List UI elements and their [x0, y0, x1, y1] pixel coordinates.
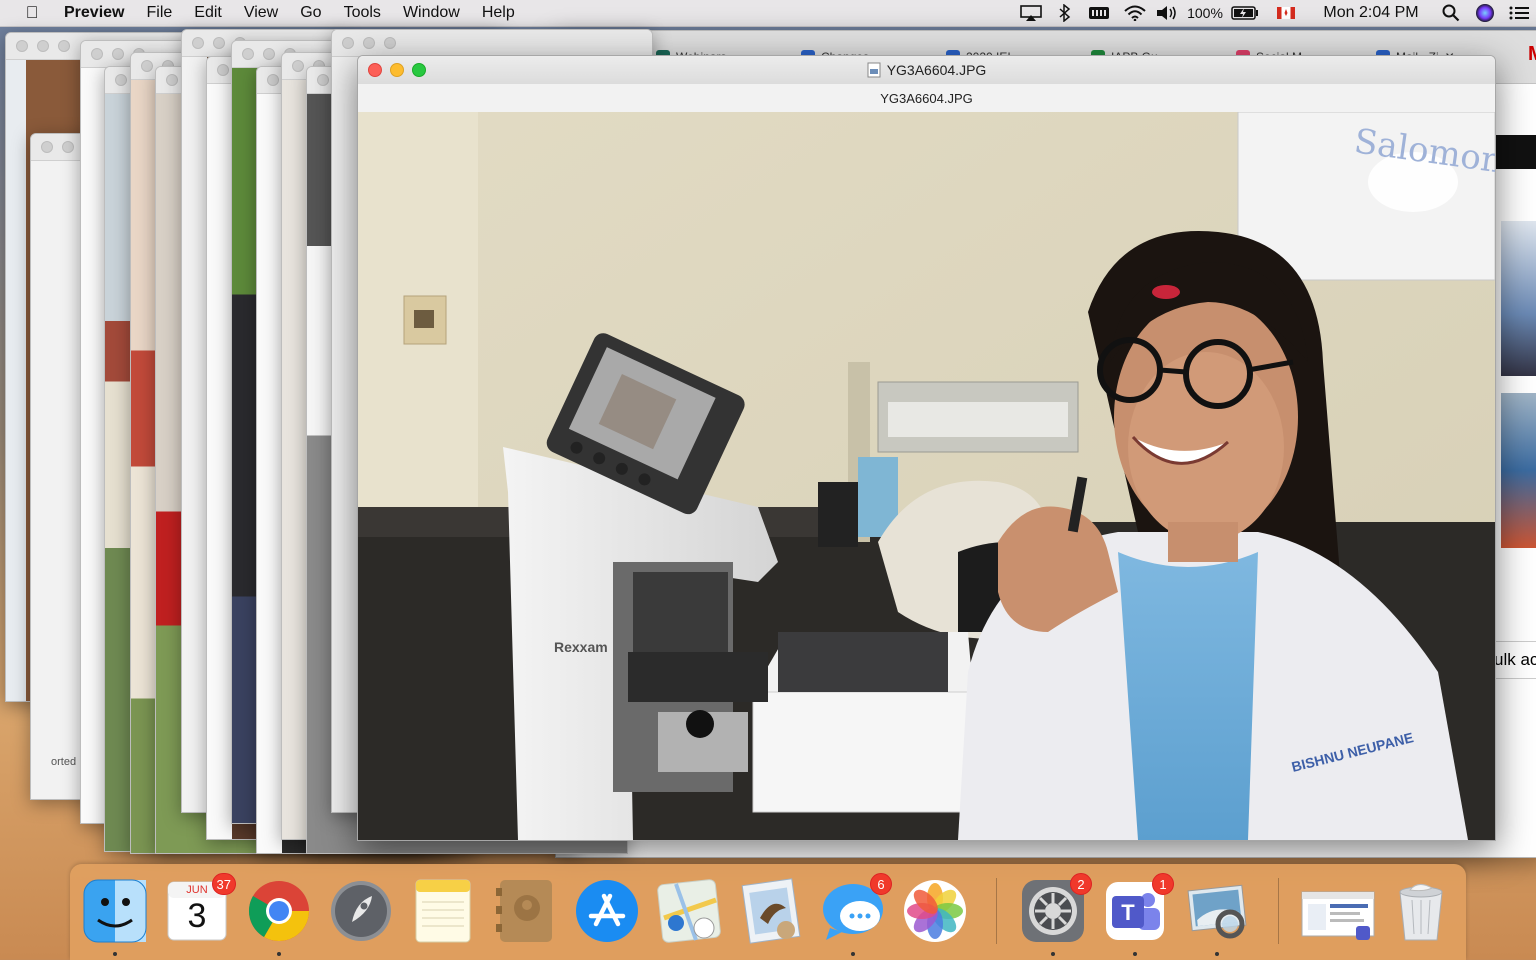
- partial-text: ulk ac: [1494, 641, 1536, 679]
- messages-badge: 6: [870, 873, 892, 895]
- app-store-icon: [576, 880, 638, 942]
- minimize-window-button[interactable]: [390, 63, 404, 77]
- running-indicator: [1051, 952, 1055, 956]
- dark-header-strip: [1494, 135, 1536, 169]
- dock-notes[interactable]: [410, 878, 476, 944]
- running-indicator: [851, 952, 855, 956]
- close-window-button[interactable]: [368, 63, 382, 77]
- thumbnail-photo[interactable]: [1501, 393, 1536, 548]
- running-indicator: [113, 952, 117, 956]
- mail-icon: [741, 878, 801, 944]
- running-indicator: [1133, 952, 1137, 956]
- window-title-text: YG3A6604.JPG: [886, 62, 987, 78]
- maps-icon: [657, 879, 721, 943]
- window-title-bar[interactable]: YG3A6604.JPG: [358, 56, 1495, 84]
- menu-bar:  Preview File Edit View Go Tools Window…: [0, 0, 1536, 27]
- clock[interactable]: Mon 2:04 PM: [1308, 0, 1434, 26]
- dock-trash[interactable]: [1388, 878, 1454, 944]
- dock-app-store[interactable]: [574, 878, 640, 944]
- dock-minimized-window[interactable]: [1298, 878, 1378, 944]
- menu-view[interactable]: View: [244, 4, 278, 22]
- notes-icon: [415, 879, 471, 943]
- menu-edit[interactable]: Edit: [194, 4, 222, 22]
- svg-text:T: T: [1121, 900, 1135, 925]
- notification-center-icon[interactable]: [1502, 0, 1536, 26]
- photo-lab-technician: Salomon Rexxam BISHNU NEUPANE: [358, 112, 1495, 840]
- running-indicator: [277, 952, 281, 956]
- window-thumbnail-icon: [1301, 891, 1375, 940]
- window-title: YG3A6604.JPG: [867, 62, 987, 78]
- finder-icon: [83, 879, 147, 943]
- preview-icon: [1187, 884, 1247, 939]
- menu-help[interactable]: Help: [482, 4, 515, 22]
- calendar-day: 3: [187, 897, 207, 935]
- dock-maps[interactable]: [656, 878, 722, 944]
- dock-system-preferences[interactable]: 2: [1020, 873, 1092, 944]
- bluetooth-icon[interactable]: [1050, 0, 1080, 26]
- dock-teams[interactable]: T 1: [1102, 873, 1174, 944]
- running-indicator: [1215, 952, 1219, 956]
- dock-launchpad[interactable]: [328, 878, 394, 944]
- wifi-icon[interactable]: [1118, 0, 1152, 26]
- dock-calendar[interactable]: JUN 3 37: [164, 873, 236, 944]
- battery-percent[interactable]: 100%: [1184, 0, 1226, 26]
- dock-chrome[interactable]: [246, 878, 312, 944]
- contacts-icon: [496, 880, 552, 942]
- dock-photos[interactable]: [902, 878, 968, 944]
- dock-mail[interactable]: [738, 878, 804, 944]
- menu-window[interactable]: Window: [403, 4, 460, 22]
- calendar-badge: 37: [211, 873, 236, 895]
- jpg-file-icon: [867, 62, 881, 78]
- chrome-icon: [248, 881, 309, 942]
- app-menu[interactable]: Preview: [64, 4, 124, 22]
- preview-window[interactable]: YG3A6604.JPG YG3A6604.JPG Salomon Rexxam…: [357, 55, 1496, 841]
- dock-contacts[interactable]: [492, 878, 558, 944]
- dock-finder[interactable]: [82, 878, 148, 944]
- thumbnail-photo[interactable]: [1501, 221, 1536, 376]
- rocket-icon: [331, 881, 391, 941]
- menu-tools[interactable]: Tools: [344, 4, 381, 22]
- teams-badge: 1: [1152, 873, 1174, 895]
- spotlight-search-icon[interactable]: [1434, 0, 1468, 26]
- photo-canvas[interactable]: Salomon Rexxam BISHNU NEUPANE: [358, 112, 1495, 840]
- menu-go[interactable]: Go: [300, 4, 321, 22]
- system-preferences-badge: 2: [1070, 873, 1092, 895]
- menu-file[interactable]: File: [146, 4, 172, 22]
- document-title-bar: YG3A6604.JPG: [358, 84, 1495, 113]
- dock: JUN 3 37 6 2 T 1: [70, 864, 1466, 960]
- dock-messages[interactable]: 6: [820, 873, 892, 944]
- traffic-lights: [368, 63, 426, 77]
- siri-icon[interactable]: [1468, 0, 1502, 26]
- memory-icon[interactable]: [1080, 0, 1118, 26]
- battery-icon[interactable]: [1226, 0, 1264, 26]
- document-title: YG3A6604.JPG: [880, 90, 973, 106]
- apple-menu-icon[interactable]: : [14, 3, 50, 23]
- zoom-window-button[interactable]: [412, 63, 426, 77]
- input-source-flag-icon[interactable]: [1264, 0, 1308, 26]
- dock-preview[interactable]: [1184, 878, 1250, 944]
- partial-caption: orted: [51, 756, 77, 768]
- status-area: 100% Mon 2:04 PM: [1012, 0, 1536, 26]
- dock-separator: [996, 878, 997, 944]
- dock-separator: [1278, 878, 1279, 944]
- airplay-icon[interactable]: [1012, 0, 1050, 26]
- mail-app-logo: M: [1528, 43, 1536, 71]
- photos-icon: [904, 880, 966, 942]
- volume-icon[interactable]: [1152, 0, 1184, 26]
- trash-icon: [1399, 884, 1443, 941]
- machine-brand-label: Rexxam: [554, 639, 608, 655]
